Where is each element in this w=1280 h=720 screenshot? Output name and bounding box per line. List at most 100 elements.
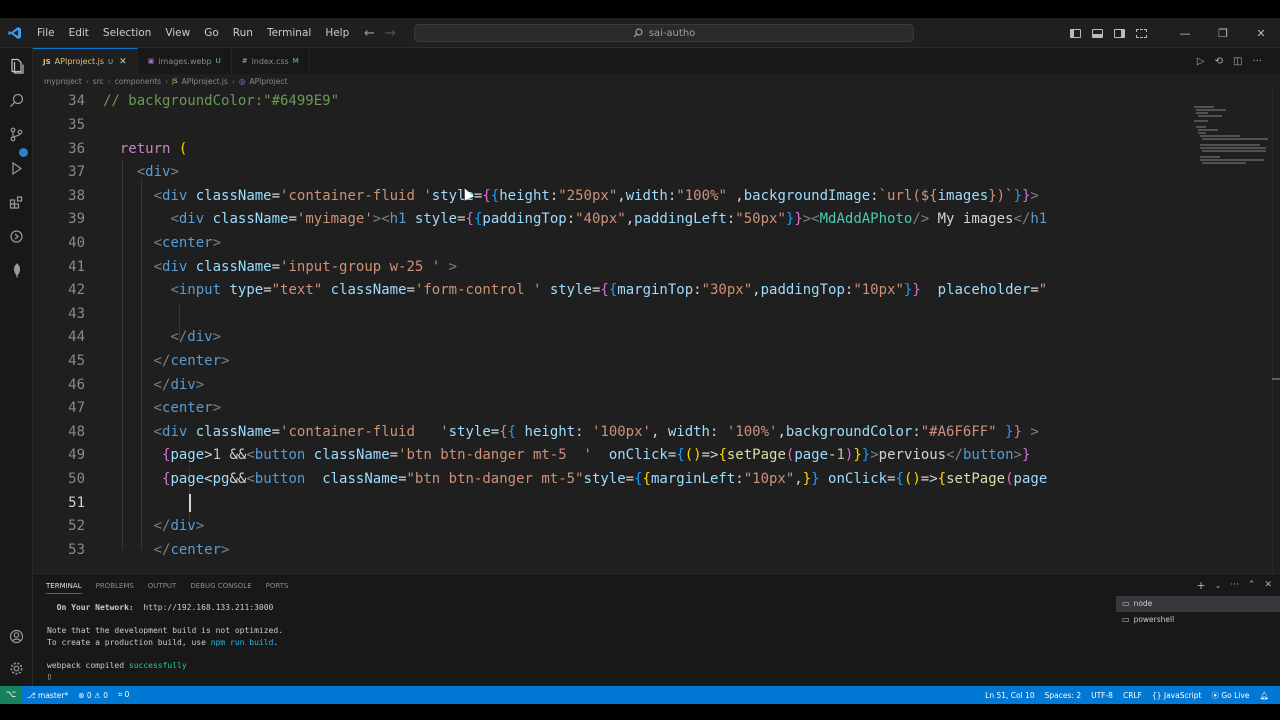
minimize-icon[interactable]: — <box>1166 18 1204 48</box>
code-token: center <box>162 400 213 417</box>
minimap[interactable] <box>1192 106 1270 178</box>
breadcrumb-item[interactable]: APIproject <box>249 77 287 86</box>
code-token: className <box>313 447 390 464</box>
indentation[interactable]: Spaces: 2 <box>1040 691 1086 700</box>
code-editor[interactable]: 34 35 36 37 38 39 40 41 42 43 44 45 46 47 48 49 50 51 52 53… <box>33 88 1280 573</box>
code-token: </ <box>1013 211 1031 228</box>
explorer-icon[interactable] <box>0 50 33 82</box>
editor-scrollbar[interactable] <box>1272 88 1280 573</box>
code-token: { <box>634 471 643 487</box>
tab-label: images.webp <box>158 56 212 66</box>
line-number: 36 <box>68 140 85 157</box>
settings-gear-icon[interactable] <box>0 652 33 684</box>
menu-selection[interactable]: Selection <box>96 18 158 48</box>
new-terminal-icon[interactable]: + <box>1196 579 1205 592</box>
breadcrumb-item[interactable]: APIproject.js <box>182 77 228 86</box>
run-code-icon[interactable]: ▷ <box>1197 56 1205 67</box>
end-of-line[interactable]: CRLF <box>1118 691 1147 700</box>
source-control-icon[interactable] <box>0 118 33 150</box>
extensions-icon[interactable] <box>0 186 33 218</box>
terminal-instance-node[interactable]: ▭ node <box>1116 596 1280 612</box>
code-token: button <box>254 447 306 464</box>
problems-status[interactable]: ⊗ 0 ⚠ 0 <box>73 691 113 700</box>
split-editor-icon[interactable]: ◫ <box>1233 56 1242 67</box>
branch-status[interactable]: ⎇ master* <box>22 691 73 700</box>
more-actions-icon[interactable]: ··· <box>1230 580 1239 590</box>
remote-explorer-icon[interactable] <box>0 220 33 252</box>
code-token: className <box>195 187 272 204</box>
terminal-dropdown-icon[interactable]: ⌄ <box>1215 581 1222 590</box>
terminal-text: Note that the development build is not o… <box>47 626 284 635</box>
panel-tab-ports[interactable]: PORTS <box>266 578 289 594</box>
panel-tab-problems[interactable]: PROBLEMS <box>96 578 134 594</box>
tab-images-webp[interactable]: ▣ images.webp U <box>138 48 232 74</box>
search-view-icon[interactable] <box>0 84 33 116</box>
tab-apiproject-js[interactable]: JS APIproject.js U ✕ <box>33 48 138 74</box>
language-mode[interactable]: {} JavaScript <box>1147 691 1207 700</box>
menu-help[interactable]: Help <box>318 18 356 48</box>
code-token: > <box>221 353 230 369</box>
terminal-icon: ▭ <box>1122 615 1130 624</box>
toggle-sidebar-icon[interactable] <box>1064 18 1086 48</box>
close-panel-icon[interactable]: ✕ <box>1264 580 1272 590</box>
line-number: 37 <box>68 164 85 181</box>
terminal-output[interactable]: On Your Network: http://192.168.133.211:… <box>47 602 1107 686</box>
toggle-secondary-sidebar-icon[interactable] <box>1108 18 1130 48</box>
menu-terminal[interactable]: Terminal <box>260 18 318 48</box>
terminal-instance-powershell[interactable]: ▭ powershell <box>1116 612 1280 628</box>
menu-go[interactable]: Go <box>197 18 226 48</box>
code-token: </ <box>170 329 188 346</box>
back-arrow-icon[interactable]: ← <box>364 26 375 41</box>
maximize-icon[interactable]: ❐ <box>1204 18 1242 48</box>
code-area[interactable]: // backgroundColor:"#6499E9" return ( <d… <box>103 88 1191 573</box>
code-token: style <box>583 471 626 487</box>
ports-status[interactable]: ⌗ 0 <box>113 690 134 700</box>
code-token: , <box>617 187 626 204</box>
code-line: <center> <box>103 399 221 417</box>
menu-file[interactable]: File <box>30 18 62 48</box>
code-token: } <box>802 471 812 487</box>
more-actions-icon[interactable]: ··· <box>1252 56 1262 67</box>
panel-tab-terminal[interactable]: TERMINAL <box>46 578 82 594</box>
forward-arrow-icon[interactable]: → <box>385 26 396 41</box>
notifications-bell-icon[interactable]: 🔔︎ <box>1254 691 1274 700</box>
command-center-search[interactable]: sai-autho <box>414 24 914 42</box>
breadcrumb-item[interactable]: myproject <box>44 77 82 86</box>
close-window-icon[interactable]: ✕ <box>1242 18 1280 48</box>
menu-run[interactable]: Run <box>226 18 260 48</box>
code-token: > <box>1013 447 1022 464</box>
panel-tab-debug-console[interactable]: DEBUG CONSOLE <box>190 578 251 594</box>
panel-tab-output[interactable]: OUTPUT <box>148 578 177 594</box>
code-token: "40px" <box>575 211 626 228</box>
menu-edit[interactable]: Edit <box>62 18 96 48</box>
code-line: </div> <box>103 376 205 394</box>
code-token: center <box>162 235 213 251</box>
breadcrumb-item[interactable]: components <box>115 77 161 86</box>
code-token: "50px" <box>735 211 786 228</box>
tab-index-css[interactable]: # index.css M <box>232 48 310 74</box>
remote-indicator-icon[interactable]: ⌥ <box>0 686 22 704</box>
accounts-icon[interactable] <box>0 620 33 652</box>
breadcrumb-item[interactable]: src <box>93 77 104 86</box>
toggle-panel-icon[interactable] <box>1086 18 1108 48</box>
customize-layout-icon[interactable] <box>1130 18 1152 48</box>
run-debug-icon[interactable] <box>0 152 33 184</box>
title-bar-controls: — ❐ ✕ <box>1064 18 1280 48</box>
maximize-panel-icon[interactable]: ⌃ <box>1248 580 1256 590</box>
go-live-button[interactable]: ⦿ Go Live <box>1206 690 1254 701</box>
encoding[interactable]: UTF-8 <box>1086 691 1118 700</box>
code-token: } <box>1021 447 1031 464</box>
cursor-position[interactable]: Ln 51, Col 10 <box>980 691 1039 700</box>
open-changes-icon[interactable]: ⟲ <box>1215 56 1223 67</box>
close-tab-icon[interactable]: ✕ <box>119 57 127 67</box>
menu-view[interactable]: View <box>158 18 197 48</box>
code-token: < <box>246 447 255 464</box>
mongodb-leaf-icon[interactable] <box>0 254 33 286</box>
code-token: height <box>524 423 576 440</box>
terminal-line: ▯ <box>47 671 1107 683</box>
